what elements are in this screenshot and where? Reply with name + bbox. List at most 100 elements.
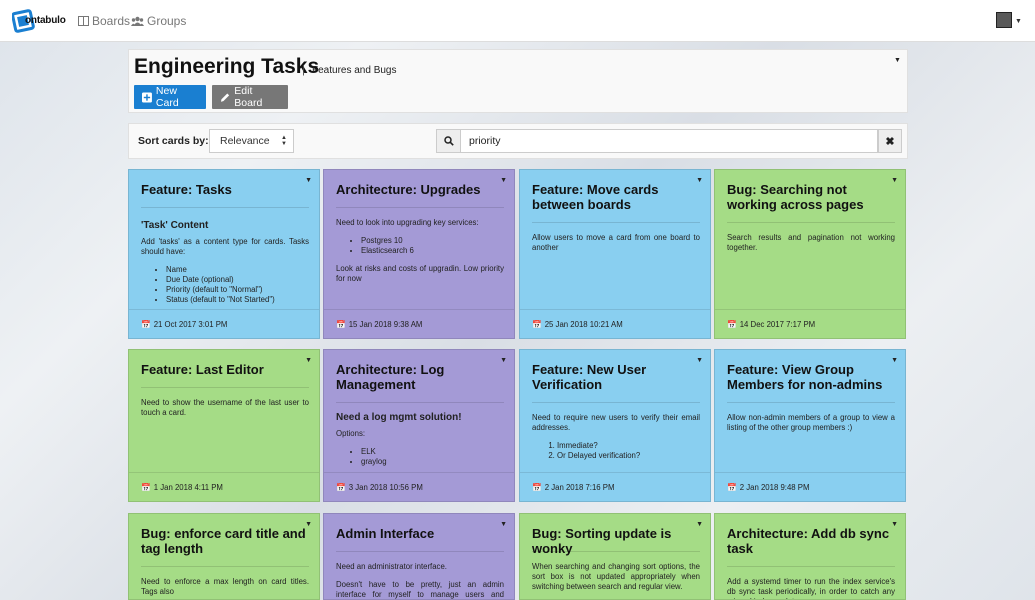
logo-text[interactable]: ontabulo	[25, 15, 66, 26]
card-body: When searching and changing sort options…	[532, 562, 700, 599]
card-footer: 📅 21 Oct 2017 3:01 PM	[129, 309, 319, 338]
groups-icon	[131, 16, 144, 26]
card-title: Bug: enforce card title and tag length	[141, 526, 306, 556]
calendar-icon: 📅	[141, 320, 151, 329]
list-item: Name	[166, 265, 309, 275]
card-menu-caret-icon[interactable]: ▼	[696, 177, 703, 184]
card-text: Allow non-admin members of a group to vi…	[727, 413, 895, 432]
card-menu-caret-icon[interactable]: ▼	[891, 177, 898, 184]
card-text: Add a systemd timer to run the index ser…	[727, 577, 895, 599]
sort-select-value: Relevance	[220, 135, 270, 147]
nav-boards-label: Boards	[92, 14, 131, 28]
list-item: Status (default to "Not Started")	[166, 295, 309, 305]
nav-groups-label: Groups	[147, 14, 187, 28]
card-menu-caret-icon[interactable]: ▼	[696, 521, 703, 528]
card-bug-enforce-title-length[interactable]: ▼ Bug: enforce card title and tag length…	[128, 513, 320, 600]
card-architecture-log-management[interactable]: ▼ Architecture: Log Management Need a lo…	[323, 349, 515, 502]
card-text: Search results and pagination not workin…	[727, 233, 895, 252]
card-text: Need to look into upgrading key services…	[336, 218, 479, 227]
top-navbar: ontabulo Boards Groups ▼	[0, 0, 1035, 42]
card-divider	[141, 566, 309, 567]
close-icon: ✖	[885, 135, 895, 148]
card-menu-caret-icon[interactable]: ▼	[305, 521, 312, 528]
search-button[interactable]	[436, 129, 461, 153]
card-list: Immediate? Or Delayed verification?	[557, 441, 700, 461]
user-menu-caret-icon[interactable]: ▼	[1015, 18, 1022, 25]
card-body: Need to enforce a max length on card tit…	[141, 577, 309, 599]
edit-board-button[interactable]: Edit Board	[212, 85, 288, 109]
calendar-icon: 📅	[336, 483, 346, 492]
edit-board-label: Edit Board	[234, 85, 263, 109]
list-item: ELK	[361, 447, 504, 457]
card-menu-caret-icon[interactable]: ▼	[500, 357, 507, 364]
card-feature-move-cards[interactable]: ▼ Feature: Move cards between boards All…	[519, 169, 711, 339]
list-item: Immediate?	[557, 441, 700, 451]
new-card-button[interactable]: New Card	[134, 85, 206, 109]
title-separator: |	[302, 64, 305, 76]
card-bug-sorting-update[interactable]: ▼ Bug: Sorting update is wonky When sear…	[519, 513, 711, 600]
card-date: 25 Jan 2018 10:21 AM	[544, 320, 623, 329]
card-body: 'Task' Content Add 'tasks' as a content …	[141, 218, 309, 310]
card-admin-interface[interactable]: ▼ Admin Interface Need an administrator …	[323, 513, 515, 600]
card-text: Need an administrator interface.	[336, 562, 447, 571]
card-text: Allow users to move a card from one boar…	[532, 233, 700, 252]
card-list: ELK graylog	[361, 447, 504, 467]
nav-groups-link[interactable]: Groups	[131, 14, 186, 28]
card-date: 15 Jan 2018 9:38 AM	[348, 320, 423, 329]
card-divider	[336, 207, 504, 208]
new-card-label: New Card	[155, 85, 179, 109]
select-arrows-icon: ▲ ▼	[281, 135, 287, 147]
card-date: 3 Jan 2018 10:56 PM	[348, 483, 423, 492]
card-menu-caret-icon[interactable]: ▼	[500, 521, 507, 528]
pencil-icon	[220, 92, 230, 102]
card-title: Architecture: Log Management	[336, 362, 445, 392]
card-architecture-upgrades[interactable]: ▼ Architecture: Upgrades Need to look in…	[323, 169, 515, 339]
card-menu-caret-icon[interactable]: ▼	[500, 177, 507, 184]
card-date: 21 Oct 2017 3:01 PM	[153, 320, 228, 329]
card-body: Allow users to move a card from one boar…	[532, 233, 700, 261]
card-menu-caret-icon[interactable]: ▼	[891, 357, 898, 364]
card-feature-last-editor[interactable]: ▼ Feature: Last Editor Need to show the …	[128, 349, 320, 502]
card-text: When searching and changing sort options…	[532, 562, 700, 591]
list-item: Priority (default to "Normal")	[166, 285, 309, 295]
card-date: 2 Jan 2018 9:48 PM	[739, 483, 810, 492]
card-menu-caret-icon[interactable]: ▼	[696, 357, 703, 364]
card-date: 14 Dec 2017 7:17 PM	[739, 320, 816, 329]
card-divider	[532, 222, 700, 223]
search-input[interactable]: priority	[460, 129, 878, 153]
search-icon	[443, 136, 454, 146]
card-text: Need to enforce a max length on card tit…	[141, 577, 309, 596]
card-divider	[727, 566, 895, 567]
card-title: Architecture: Add db sync task	[727, 526, 890, 556]
sort-label: Sort cards by:	[138, 135, 209, 147]
card-body: Need to show the username of the last us…	[141, 398, 309, 426]
card-menu-caret-icon[interactable]: ▼	[305, 177, 312, 184]
clear-search-button[interactable]: ✖	[878, 129, 902, 153]
card-architecture-db-sync[interactable]: ▼ Architecture: Add db sync task Add a s…	[714, 513, 906, 600]
card-feature-tasks[interactable]: ▼ Feature: Tasks 'Task' Content Add 'tas…	[128, 169, 320, 339]
user-avatar[interactable]	[996, 12, 1012, 28]
card-menu-caret-icon[interactable]: ▼	[891, 521, 898, 528]
card-footer: 📅 2 Jan 2018 7:16 PM	[520, 472, 710, 501]
card-menu-caret-icon[interactable]: ▼	[305, 357, 312, 364]
card-title: Admin Interface	[336, 526, 435, 541]
sort-select[interactable]: Relevance ▲ ▼	[209, 129, 294, 153]
card-divider	[727, 402, 895, 403]
calendar-icon: 📅	[532, 320, 542, 329]
card-feature-new-user-verification[interactable]: ▼ Feature: New User Verification Need to…	[519, 349, 711, 502]
card-body: Need a log mgmt solution! Options: ELK g…	[336, 410, 504, 472]
calendar-icon: 📅	[727, 320, 737, 329]
board-header: Engineering Tasks | Features and Bugs ▼ …	[128, 49, 908, 113]
board-menu-caret-icon[interactable]: ▼	[894, 57, 901, 64]
card-body: Search results and pagination not workin…	[727, 233, 895, 261]
card-heading: Need a log mgmt solution!	[336, 412, 462, 423]
nav-boards-link[interactable]: Boards	[78, 14, 130, 28]
card-bug-searching[interactable]: ▼ Bug: Searching not working across page…	[714, 169, 906, 339]
card-feature-view-group-members[interactable]: ▼ Feature: View Group Members for non-ad…	[714, 349, 906, 502]
calendar-icon: 📅	[532, 483, 542, 492]
card-body: Need to look into upgrading key services…	[336, 218, 504, 310]
card-footer: 📅 2 Jan 2018 9:48 PM	[715, 472, 905, 501]
card-divider	[141, 387, 309, 388]
board-title: Engineering Tasks	[134, 55, 320, 78]
calendar-icon: 📅	[336, 320, 346, 329]
